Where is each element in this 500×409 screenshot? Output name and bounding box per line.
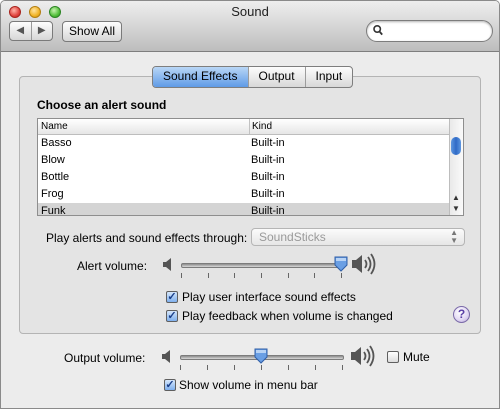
table-header: Name Kind <box>38 119 450 135</box>
tab-bar: Sound Effects Output Input <box>152 66 354 88</box>
sound-kind: Built-in <box>251 154 285 166</box>
slider-tick <box>234 273 236 278</box>
speaker-low-icon <box>162 350 170 363</box>
show-volume-menu-bar-label: Show volume in menu bar <box>179 378 318 392</box>
table-row[interactable]: Frog Built-in <box>38 186 450 203</box>
output-device-popup[interactable]: SoundSticks ▲ ▼ <box>251 228 465 246</box>
tab-output[interactable]: Output <box>247 67 305 87</box>
back-arrow-icon[interactable]: ◀ <box>10 22 32 40</box>
table-scrollbar[interactable]: ▲ ▼ <box>449 119 463 215</box>
scroll-down-arrow-icon[interactable]: ▼ <box>452 204 460 213</box>
sound-name: Funk <box>41 205 66 216</box>
scrollbar-thumb[interactable] <box>451 137 461 155</box>
slider-tick <box>234 365 235 370</box>
slider-tick <box>287 273 289 278</box>
sound-kind: Built-in <box>251 188 285 200</box>
mute-checkbox[interactable] <box>387 351 399 363</box>
sound-kind: Built-in <box>251 205 285 216</box>
tab-sound-effects[interactable]: Sound Effects <box>153 67 248 87</box>
slider-tick <box>261 365 262 370</box>
sound-kind: Built-in <box>251 171 285 183</box>
slider-tick <box>261 273 262 278</box>
search-field[interactable] <box>366 20 493 42</box>
sound-name: Basso <box>41 137 72 149</box>
alert-volume-label: Alert volume: <box>77 259 148 273</box>
slider-tick <box>181 273 182 278</box>
feedback-label: Play feedback when volume is changed <box>182 309 393 323</box>
popup-arrows-icon: ▲ ▼ <box>450 228 458 245</box>
slider-tick <box>207 365 208 370</box>
slider-tick <box>180 365 181 370</box>
sound-kind: Built-in <box>251 137 285 149</box>
slider-tick <box>288 365 289 370</box>
sound-name: Frog <box>41 188 64 200</box>
sound-name: Blow <box>41 154 65 166</box>
table-row-selected[interactable]: Funk Built-in <box>38 203 450 216</box>
show-all-button[interactable]: Show All <box>62 21 122 42</box>
slider-tick <box>207 273 209 278</box>
forward-arrow-icon[interactable]: ▶ <box>32 22 53 40</box>
speaker-low-icon <box>163 258 171 271</box>
scroll-up-arrow-icon[interactable]: ▲ <box>452 193 460 202</box>
mute-label: Mute <box>403 350 430 364</box>
output-volume-label: Output volume: <box>64 351 146 365</box>
alert-volume-knob[interactable] <box>334 256 348 272</box>
table-rows: Basso Built-in Blow Built-in Bottle Buil… <box>38 135 450 216</box>
output-device-value: SoundSticks <box>259 230 326 244</box>
column-header-kind[interactable]: Kind <box>249 119 272 134</box>
column-header-name[interactable]: Name <box>41 119 68 134</box>
help-button[interactable]: ? <box>453 306 470 323</box>
slider-tick <box>315 365 316 370</box>
alert-sound-heading: Choose an alert sound <box>37 98 167 112</box>
ui-sound-effects-checkbox[interactable]: ✓ <box>166 291 178 303</box>
feedback-checkbox[interactable]: ✓ <box>166 310 178 322</box>
alert-sound-table: Name Kind Basso Built-in Blow Built-in B… <box>37 118 464 216</box>
speaker-high-icon <box>352 253 376 275</box>
table-row[interactable]: Blow Built-in <box>38 152 450 169</box>
tab-input[interactable]: Input <box>304 67 353 87</box>
speaker-high-icon <box>351 345 375 367</box>
magnifier-icon <box>373 24 383 36</box>
back-forward-control: ◀ ▶ <box>9 21 53 41</box>
table-row[interactable]: Basso Built-in <box>38 135 450 152</box>
slider-tick <box>341 273 342 278</box>
show-volume-menu-bar-checkbox[interactable]: ✓ <box>164 379 176 391</box>
alert-volume-track[interactable] <box>181 263 343 268</box>
title-bar: Sound ◀ ▶ Show All <box>1 1 499 52</box>
output-volume-knob[interactable] <box>254 348 268 364</box>
ui-sound-effects-label: Play user interface sound effects <box>182 290 356 304</box>
sound-preferences-window: Sound ◀ ▶ Show All Sound Effects Output … <box>0 0 500 409</box>
slider-tick <box>314 273 316 278</box>
table-row[interactable]: Bottle Built-in <box>38 169 450 186</box>
window-title: Sound <box>231 4 269 19</box>
slider-tick <box>342 365 343 370</box>
sound-name: Bottle <box>41 171 70 183</box>
play-through-label: Play alerts and sound effects through: <box>46 231 248 245</box>
